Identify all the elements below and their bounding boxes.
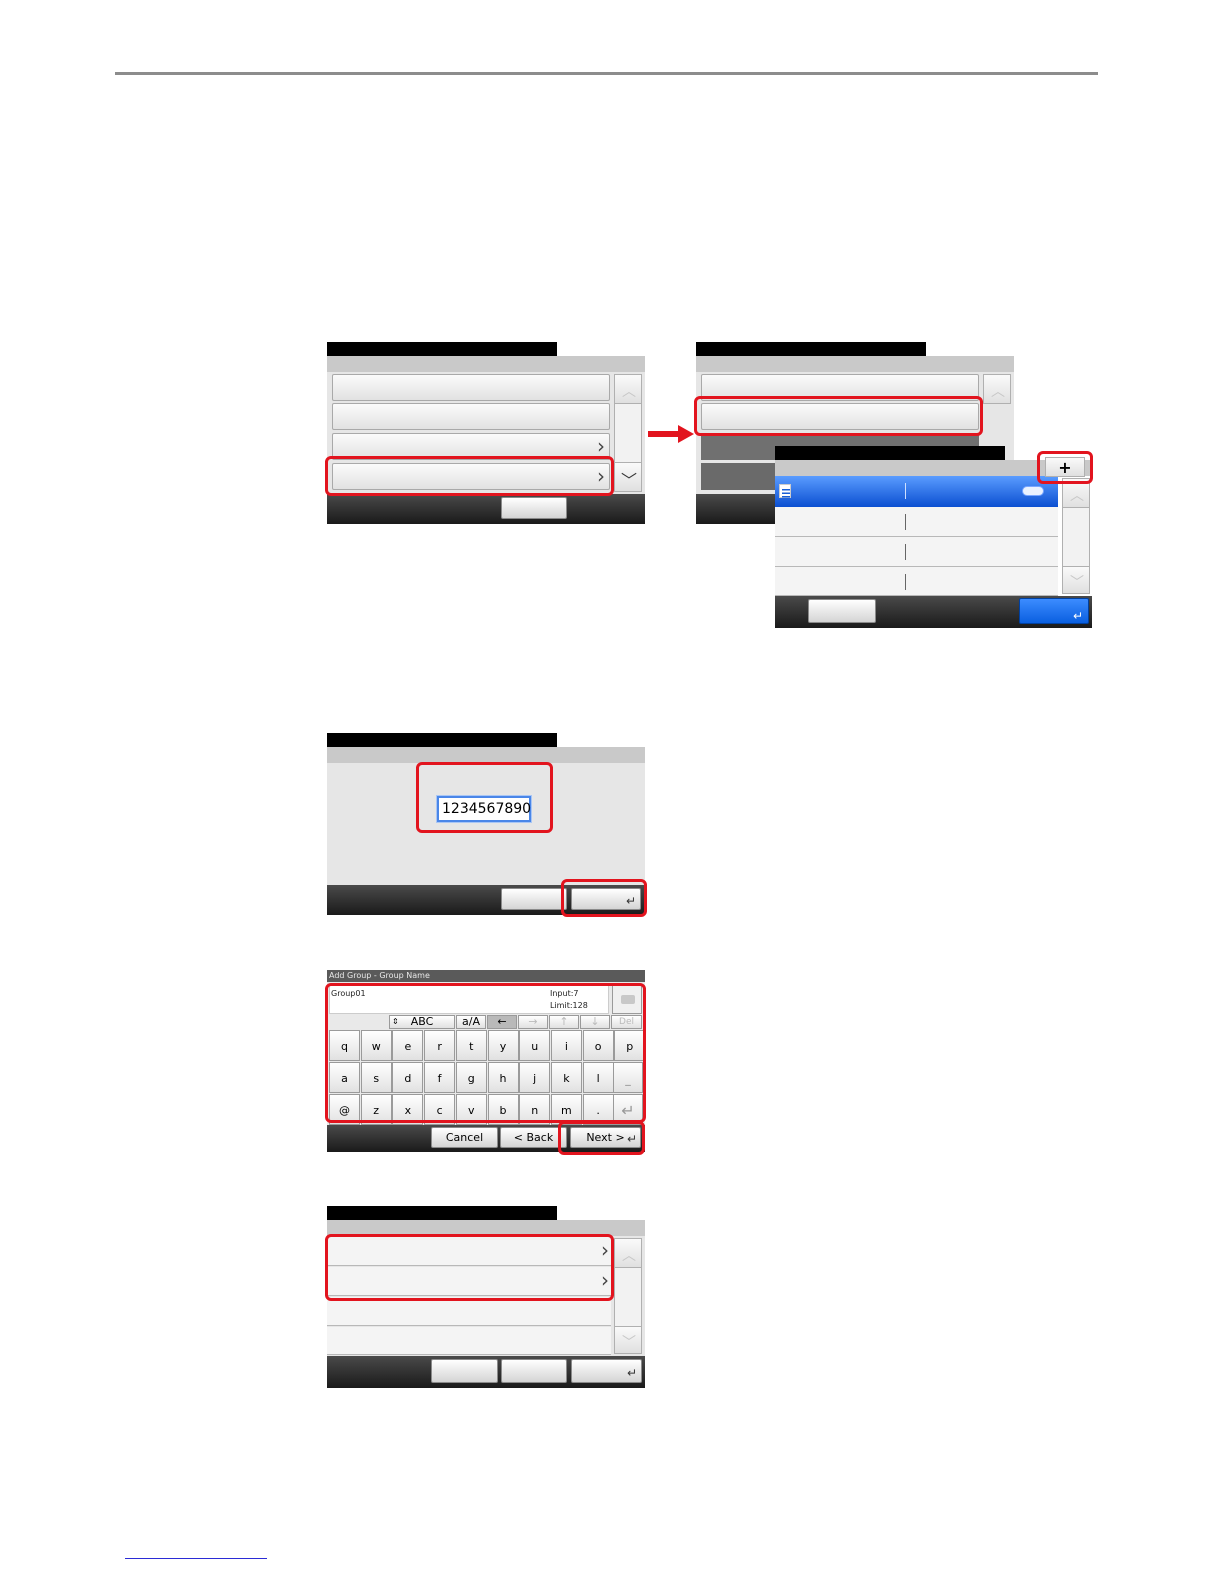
scroll-track[interactable] <box>1062 508 1090 566</box>
footer-button[interactable] <box>501 888 567 910</box>
menu-row-3[interactable] <box>327 1297 611 1326</box>
chevron-up-icon: ︿ <box>622 1248 636 1264</box>
footer-link-underline <box>125 1558 267 1559</box>
screen-title-bar <box>327 733 557 747</box>
menu-row-1[interactable] <box>332 374 610 401</box>
chevron-right-icon: › <box>597 434 605 458</box>
scroll-down-button[interactable]: ﹀ <box>614 1326 642 1354</box>
ok-button[interactable]: ↵ <box>1019 598 1089 624</box>
scroll-track[interactable] <box>614 1268 642 1326</box>
chevron-up-icon: ︿ <box>622 384 636 400</box>
highlight-menu-row-2 <box>694 396 983 436</box>
highlight-ok-button <box>561 879 647 917</box>
cancel-button[interactable]: Cancel <box>431 1127 498 1148</box>
chevron-down-icon: ﹀ <box>621 471 638 490</box>
chevron-up-icon: ︿ <box>1070 488 1084 504</box>
list-row[interactable] <box>775 567 1058 596</box>
highlight-add-button <box>1037 451 1093 484</box>
highlight-keyboard <box>325 983 646 1123</box>
footer-button-1[interactable] <box>431 1359 498 1383</box>
column-divider <box>905 574 906 590</box>
selection-badge <box>1022 486 1044 496</box>
column-divider <box>905 483 906 499</box>
chevron-down-icon: ﹀ <box>1070 575 1084 591</box>
keyboard-title-bar: Add Group - Group Name <box>327 970 645 982</box>
scroll-track[interactable] <box>614 404 642 462</box>
arrow-right-icon <box>648 425 694 443</box>
back-label: < Back <box>513 1131 554 1144</box>
back-button[interactable]: < Back <box>500 1127 567 1148</box>
scroll-up-button[interactable]: ︿ <box>614 374 642 404</box>
scroll-up-button[interactable]: ︿ <box>983 374 1011 404</box>
screen-header <box>327 356 645 372</box>
scroll-down-button[interactable]: ﹀ <box>1062 566 1090 594</box>
chevron-up-icon: ︿ <box>991 384 1005 400</box>
ok-button[interactable]: ↵ <box>571 1359 642 1383</box>
list-row-selected[interactable] <box>775 476 1058 507</box>
column-divider <box>905 514 906 530</box>
screen-header <box>327 747 645 763</box>
screen-1: › › ︿ ﹀ <box>327 342 645 524</box>
screen-header <box>696 356 1014 372</box>
screen-title-bar <box>327 342 557 356</box>
enter-icon: ↵ <box>626 1366 637 1380</box>
highlight-menu-row-4 <box>325 456 614 496</box>
highlight-rows <box>325 1234 614 1301</box>
keyboard-title: Add Group - Group Name <box>329 971 430 980</box>
list-icon <box>779 484 791 498</box>
scroll-up-button[interactable]: ︿ <box>614 1238 642 1268</box>
column-divider <box>905 544 906 560</box>
highlight-number-input <box>416 762 553 833</box>
scroll-down-button[interactable]: ﹀ <box>614 462 642 492</box>
highlight-next-button <box>558 1121 645 1155</box>
enter-icon: ↵ <box>1072 609 1083 623</box>
screen-title-bar <box>327 1206 557 1220</box>
menu-row-2[interactable] <box>332 403 610 430</box>
cancel-label: Cancel <box>445 1131 484 1144</box>
footer-button-2[interactable] <box>501 1359 567 1383</box>
list-row[interactable] <box>775 507 1058 537</box>
menu-row-4[interactable] <box>327 1327 611 1355</box>
chevron-down-icon: ﹀ <box>622 1335 636 1351</box>
footer-button[interactable] <box>501 497 567 519</box>
footer-button[interactable] <box>808 599 876 623</box>
screen-title-bar <box>696 342 926 356</box>
page-header-rule <box>115 72 1098 75</box>
popup-title-bar <box>775 446 1005 460</box>
screen-footer <box>327 494 645 524</box>
list-row[interactable] <box>775 537 1058 567</box>
